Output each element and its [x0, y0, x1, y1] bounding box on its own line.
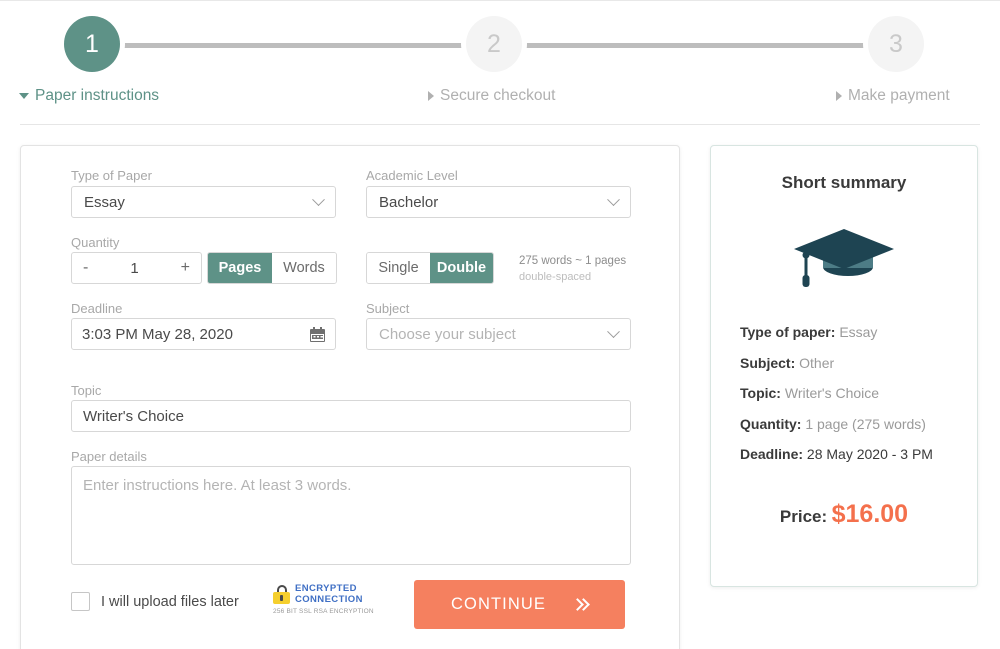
topic-value: Writer's Choice [83, 407, 184, 425]
chevron-down-icon [607, 324, 620, 338]
summary-value-type: Essay [839, 324, 878, 340]
unit-toggle-pages[interactable]: Pages [208, 253, 272, 283]
paper-details-placeholder: Enter instructions here. At least 3 word… [83, 477, 352, 494]
step-circle-2[interactable]: 2 [466, 16, 522, 72]
academic-level-label: Academic Level [366, 168, 458, 183]
step-label-text-2: Secure checkout [440, 87, 556, 104]
triangle-right-icon [836, 91, 842, 101]
step-circle-1[interactable]: 1 [64, 16, 120, 72]
chevron-down-icon [312, 192, 325, 206]
price-value: $16.00 [831, 500, 909, 528]
word-count-primary: 275 words ~ 1 pages [519, 255, 627, 267]
subject-select[interactable]: Choose your subject [366, 318, 631, 350]
word-count-secondary: double-spaced [519, 270, 592, 283]
price-row: Price: $16.00 [710, 500, 978, 529]
step-number-3: 3 [889, 29, 903, 58]
unit-toggle-words[interactable]: Words [272, 253, 336, 283]
summary-title: Short summary [781, 173, 907, 192]
section-divider [20, 124, 980, 125]
chevron-down-icon [607, 192, 620, 206]
unit-toggle-group[interactable]: Pages Words [207, 252, 337, 284]
upload-later-label: I will upload files later [101, 593, 239, 610]
word-count-note: 275 words ~ 1 pages double-spaced [519, 253, 626, 286]
summary-value-deadline: 28 May 2020 - 3 PM [806, 446, 933, 462]
summary-row-type: Type of paper: Essay [740, 324, 970, 340]
subject-label: Subject [366, 301, 410, 316]
step-label-make-payment[interactable]: Make payment [836, 87, 950, 105]
step-number-1: 1 [85, 29, 99, 58]
quantity-increase-button[interactable]: + [181, 259, 190, 277]
ssl-badge: ENCRYPTED CONNECTION 256 BIT SSL RSA ENC… [273, 583, 385, 616]
upload-later-checkbox[interactable] [71, 592, 90, 611]
step-label-secure-checkout[interactable]: Secure checkout [428, 87, 555, 105]
triangle-right-icon [428, 91, 434, 101]
progress-stepper: 1 2 3 Paper instructions Secure checkout… [0, 8, 1000, 108]
step-label-text-1: Paper instructions [35, 87, 160, 104]
summary-rows: Type of paper: Essay Subject: Other Topi… [740, 324, 970, 477]
quantity-stepper[interactable]: - 1 + [71, 252, 202, 284]
topic-input[interactable]: Writer's Choice [71, 400, 631, 432]
order-form-card [20, 145, 680, 649]
paper-details-label: Paper details [71, 449, 147, 464]
summary-value-topic: Writer's Choice [784, 385, 880, 401]
spacing-toggle-group[interactable]: Single Double [366, 252, 494, 284]
step-circle-3[interactable]: 3 [868, 16, 924, 72]
paper-details-textarea[interactable]: Enter instructions here. At least 3 word… [71, 466, 631, 565]
quantity-label: Quantity [71, 235, 120, 250]
price-label: Price: [779, 507, 828, 526]
type-of-paper-select[interactable]: Essay [71, 186, 336, 218]
summary-value-quantity: 1 page (275 words) [805, 415, 926, 432]
step-label-paper-instructions[interactable]: Paper instructions [19, 87, 159, 105]
deadline-value: 3:03 PM May 28, 2020 [82, 325, 233, 343]
type-of-paper-label: Type of Paper [71, 168, 152, 183]
spacing-toggle-single[interactable]: Single [367, 253, 430, 283]
type-of-paper-value: Essay [84, 193, 125, 211]
triangle-down-icon [19, 93, 29, 99]
quantity-value: 1 [130, 259, 139, 277]
step-label-text-3: Make payment [848, 87, 950, 104]
lock-icon [273, 585, 290, 605]
summary-label-subject: Subject: [740, 354, 796, 371]
summary-label-topic: Topic: [740, 385, 781, 401]
spacing-toggle-double[interactable]: Double [430, 253, 493, 283]
summary-row-subject: Subject: Other [740, 355, 970, 371]
top-divider [0, 0, 1000, 1]
summary-row-deadline: Deadline: 28 May 2020 - 3 PM [740, 446, 970, 462]
deadline-input[interactable]: 3:03 PM May 28, 2020 [71, 318, 336, 350]
summary-row-topic: Topic: Writer's Choice [740, 385, 970, 401]
summary-label-type: Type of paper: [740, 324, 836, 340]
summary-label-quantity: Quantity: [740, 415, 802, 432]
summary-row-quantity: Quantity: 1 page (275 words) [740, 416, 970, 432]
stepper-track-1 [120, 43, 468, 48]
ssl-line-2: CONNECTION [295, 593, 363, 605]
stepper-track-2 [524, 43, 869, 48]
academic-level-value: Bachelor [379, 193, 439, 211]
summary-label-deadline: Deadline: [740, 446, 804, 462]
upload-later-row[interactable]: I will upload files later [71, 592, 239, 611]
academic-level-select[interactable]: Bachelor [366, 186, 631, 218]
continue-button[interactable]: CONTINUE [414, 580, 625, 629]
step-number-2: 2 [487, 29, 501, 58]
quantity-decrease-button[interactable]: - [83, 259, 88, 277]
continue-button-label: CONTINUE [451, 595, 546, 613]
subject-placeholder: Choose your subject [379, 325, 516, 343]
ssl-fine-print: 256 BIT SSL RSA ENCRYPTION [273, 608, 374, 616]
order-form-page: 1 2 3 Paper instructions Secure checkout… [0, 0, 1000, 649]
deadline-label: Deadline [71, 301, 123, 316]
graduation-cap-icon [794, 229, 894, 287]
topic-label: Topic [71, 383, 102, 398]
summary-value-subject: Other [799, 354, 835, 371]
calendar-icon[interactable] [310, 326, 325, 342]
double-chevron-right-icon [571, 598, 590, 611]
